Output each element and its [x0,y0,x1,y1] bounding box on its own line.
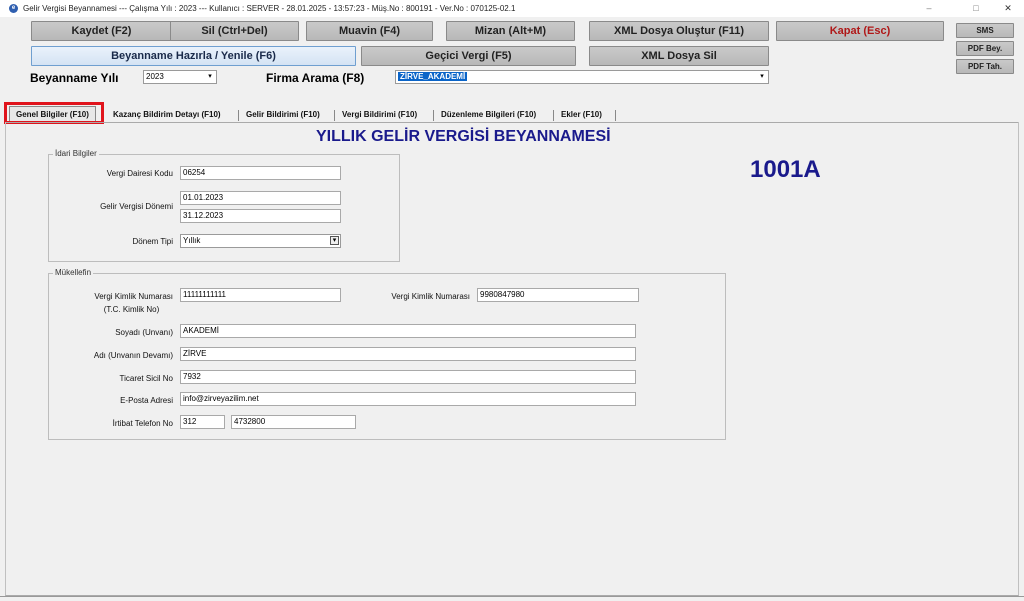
maximize-button[interactable]: □ [961,0,991,17]
year-select[interactable]: 2023 ▾ [143,70,217,84]
close-button[interactable]: Kapat (Esc) [776,21,944,41]
tckn-input[interactable]: 11111111111 [180,288,341,302]
period-type-label: Dönem Tipi [132,237,173,246]
page-title: YILLIK GELİR VERGİSİ BEYANNAMESİ [316,128,611,145]
period-start-input[interactable]: 01.01.2023 [180,191,341,205]
phone-number-input[interactable]: 4732800 [231,415,356,429]
vkn-input[interactable]: 9980847980 [477,288,639,302]
surname-label: Soyadı (Unvanı) [115,328,173,337]
dropdown-arrow-icon: ▾ [330,236,339,245]
company-search-label: Firma Arama (F8) [266,71,365,85]
email-label: E-Posta Adresi [120,396,173,405]
tab-separator [615,110,616,121]
name-label: Adı (Unvanın Devamı) [93,351,173,360]
save-button[interactable]: Kaydet (F2) [31,21,172,41]
trade-registry-label: Ticaret Sicil No [119,374,174,383]
tckn-sublabel: (T.C. Kimlik No) [103,305,160,314]
pdf-declaration-button[interactable]: PDF Bey. [956,41,1014,56]
tax-period-label: Gelir Vergisi Dönemi [100,202,173,211]
period-type-select[interactable]: Yıllık ▾ [180,234,341,248]
close-window-button[interactable]: ✕ [993,0,1023,17]
delete-button[interactable]: Sil (Ctrl+Del) [170,21,299,41]
dropdown-arrow-icon: ▾ [760,73,764,80]
bottom-border [0,596,1024,597]
xml-delete-button[interactable]: XML Dosya Sil [589,46,769,66]
title-bar: e Gelir Vergisi Beyannamesi --- Çalışma … [0,0,1024,17]
tab-bar: Genel Bilgiler (F10) Kazanç Bildirim Det… [0,104,1024,124]
trade-registry-input[interactable]: 7932 [180,370,636,384]
temporary-tax-button[interactable]: Geçici Vergi (F5) [361,46,576,66]
tab-separator [433,110,434,121]
email-input[interactable]: info@zirveyazilim.net [180,392,636,406]
tax-office-input[interactable]: 06254 [180,166,341,180]
tab-arrangement-info[interactable]: Düzenleme Bilgileri (F10) [441,108,536,122]
muavin-button[interactable]: Muavin (F4) [306,21,433,41]
phone-area-input[interactable]: 312 [180,415,225,429]
tab-attachments[interactable]: Ekler (F10) [561,108,602,122]
year-value: 2023 [146,72,164,81]
tckn-label: Vergi Kimlik Numarası [94,292,173,301]
minimize-button[interactable]: – [914,0,944,17]
mizan-button[interactable]: Mizan (Alt+M) [446,21,575,41]
administrative-info-title: İdari Bilgiler [53,149,99,158]
taxpayer-title: Mükellefin [53,268,94,277]
company-search-select[interactable]: ZİRVE_AKADEMİ ▾ [395,70,769,84]
tab-income-statement[interactable]: Gelir Bildirimi (F10) [246,108,320,122]
period-type-value: Yıllık [183,236,201,245]
app-icon: e [9,4,18,13]
tab-earnings-detail[interactable]: Kazanç Bildirim Detayı (F10) [113,108,221,122]
tab-separator [238,110,239,121]
tab-tax-statement[interactable]: Vergi Bildirimi (F10) [342,108,417,122]
year-label: Beyanname Yılı [30,71,119,85]
company-value: ZİRVE_AKADEMİ [398,72,468,81]
tab-separator [553,110,554,121]
phone-label: İrtibat Telefon No [112,419,173,428]
surname-input[interactable]: AKADEMİ [180,324,636,338]
xml-create-button[interactable]: XML Dosya Oluştur (F11) [589,21,769,41]
tab-general-info[interactable]: Genel Bilgiler (F10) [9,106,96,123]
prepare-declaration-button[interactable]: Beyanname Hazırla / Yenile (F6) [31,46,356,66]
tab-separator [334,110,335,121]
dropdown-arrow-icon: ▾ [208,73,212,80]
period-end-input[interactable]: 31.12.2023 [180,209,341,223]
window-title: Gelir Vergisi Beyannamesi --- Çalışma Yı… [23,4,516,13]
name-input[interactable]: ZİRVE [180,347,636,361]
tax-office-label: Vergi Dairesi Kodu [106,169,173,178]
vkn-label: Vergi Kimlik Numarası [391,292,470,301]
pdf-accrual-button[interactable]: PDF Tah. [956,59,1014,74]
form-code: 1001A [750,156,821,183]
sms-button[interactable]: SMS [956,23,1014,38]
